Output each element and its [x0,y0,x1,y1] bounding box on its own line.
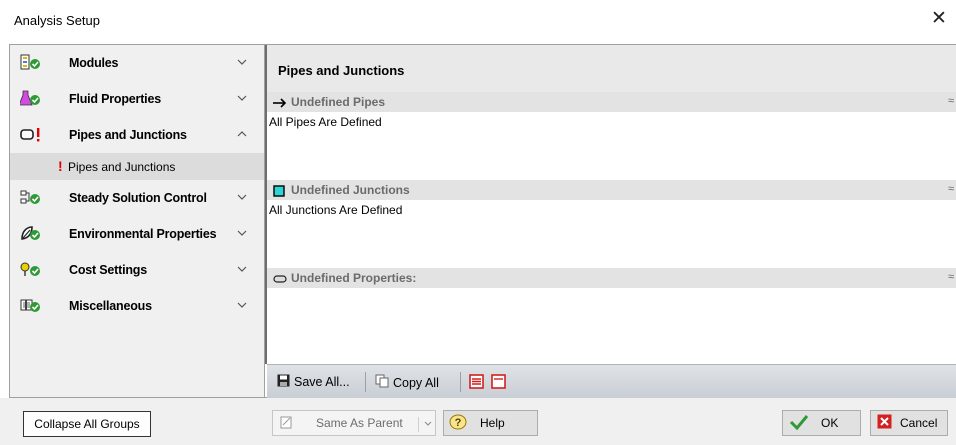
main-panel: Pipes and Junctions Undefined Pipes ≈ Al… [265,44,956,398]
svg-text:?: ? [455,417,462,429]
save-icon [277,374,290,390]
expand-all-icon [469,374,484,392]
panel-header: Pipes and Junctions [265,45,956,92]
section-header-undefined-properties[interactable]: Undefined Properties: ≈ [267,268,956,288]
section-body-text: All Junctions Are Defined [269,203,403,217]
sidebar-group-steady-solution-control[interactable]: Steady Solution Control [10,180,264,216]
sidebar-group-modules[interactable]: Modules [10,45,264,81]
section-body-text: All Pipes Are Defined [269,115,382,129]
check-icon [789,414,809,433]
miscellaneous-icon [20,297,42,315]
save-all-label: Save All... [294,375,350,389]
sidebar-group-label: Fluid Properties [69,92,161,106]
cancel-label: Cancel [900,416,938,430]
section-title: Undefined Properties: [291,271,417,285]
steady-solution-icon [20,189,42,207]
copy-all-button[interactable]: Copy All [375,374,439,391]
chevron-down-icon [236,56,248,68]
sidebar-group-fluid-properties[interactable]: Fluid Properties [10,81,264,117]
sidebar: Modules Fluid Properties Pipes and Junct… [9,44,265,398]
copy-icon [375,374,389,391]
sidebar-group-label: Steady Solution Control [69,191,207,205]
ok-label: OK [821,416,839,430]
environmental-icon [20,225,42,243]
section-header-undefined-junctions[interactable]: Undefined Junctions ≈ [267,180,956,200]
junction-square-icon [273,185,285,200]
cancel-button[interactable]: Cancel [870,410,948,436]
sidebar-group-label: Environmental Properties [69,227,217,241]
sidebar-group-label: Miscellaneous [69,299,152,313]
collapse-section-icon[interactable]: ≈ [948,271,954,283]
cancel-icon [877,414,892,432]
sidebar-group-label: Modules [69,56,119,70]
collapse-section-icon[interactable]: ≈ [948,183,954,195]
panel-toolbar: Save All... Copy All [267,364,956,398]
toolbar-separator [460,372,461,392]
cost-settings-icon [20,261,42,279]
section-header-undefined-pipes[interactable]: Undefined Pipes ≈ [267,92,956,112]
sidebar-group-environmental-properties[interactable]: Environmental Properties [10,216,264,252]
dialog-footer: Collapse All Groups Same As Parent ? Hel… [0,398,956,445]
chevron-up-icon [236,128,248,140]
copy-all-label: Copy All [393,375,439,390]
sidebar-item-pipes-and-junctions[interactable]: ! Pipes and Junctions [10,153,264,180]
collapse-all-icon [491,374,506,392]
help-label: Help [480,416,505,430]
chevron-down-icon [236,191,248,203]
close-icon[interactable]: ✕ [928,8,950,30]
same-as-parent-dropdown[interactable]: Same As Parent [272,410,436,436]
pipes-junctions-icon [20,126,42,144]
save-all-button[interactable]: Save All... [277,374,350,390]
dropdown-arrow-icon [418,417,432,432]
collapse-all-groups-label: Collapse All Groups [34,417,140,431]
help-button[interactable]: ? Help [443,410,538,436]
window-title: Analysis Setup [14,13,100,28]
chevron-down-icon [236,92,248,104]
divider [265,92,267,364]
modules-icon [20,54,42,72]
warning-icon: ! [58,158,63,174]
collapse-all-toolbar-button[interactable] [491,374,506,392]
expand-all-button[interactable] [469,374,484,392]
sidebar-item-label: Pipes and Junctions [68,160,176,174]
sidebar-group-label: Pipes and Junctions [69,128,187,142]
ok-button[interactable]: OK [782,410,861,436]
document-icon [280,415,294,432]
sidebar-group-cost-settings[interactable]: Cost Settings [10,252,264,288]
section-title: Undefined Pipes [291,95,386,109]
sidebar-group-pipes-junctions[interactable]: Pipes and Junctions [10,117,264,153]
panel-title: Pipes and Junctions [278,63,405,78]
collapse-all-groups-button[interactable]: Collapse All Groups [23,411,151,437]
sidebar-group-label: Cost Settings [69,263,147,277]
properties-pill-icon [273,273,287,287]
chevron-down-icon [236,227,248,239]
toolbar-separator [365,372,366,392]
title-bar: Analysis Setup ✕ [0,0,956,42]
chevron-down-icon [236,263,248,275]
pipe-arrow-icon [273,97,287,111]
same-as-parent-label: Same As Parent [316,416,403,430]
help-icon: ? [448,413,468,434]
chevron-down-icon [236,299,248,311]
fluid-properties-icon [18,90,42,108]
sidebar-group-miscellaneous[interactable]: Miscellaneous [10,288,264,324]
collapse-section-icon[interactable]: ≈ [948,95,954,107]
section-title: Undefined Junctions [291,183,410,197]
